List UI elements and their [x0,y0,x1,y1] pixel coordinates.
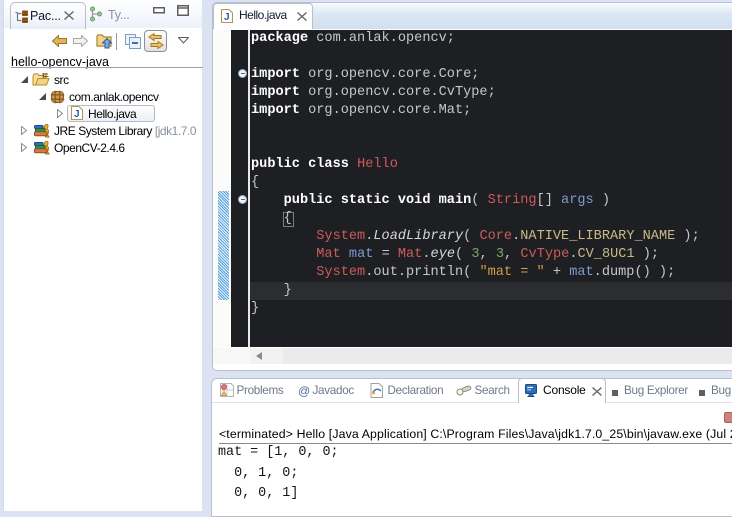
svg-text:J: J [74,109,79,120]
svg-text:J: J [224,12,230,23]
